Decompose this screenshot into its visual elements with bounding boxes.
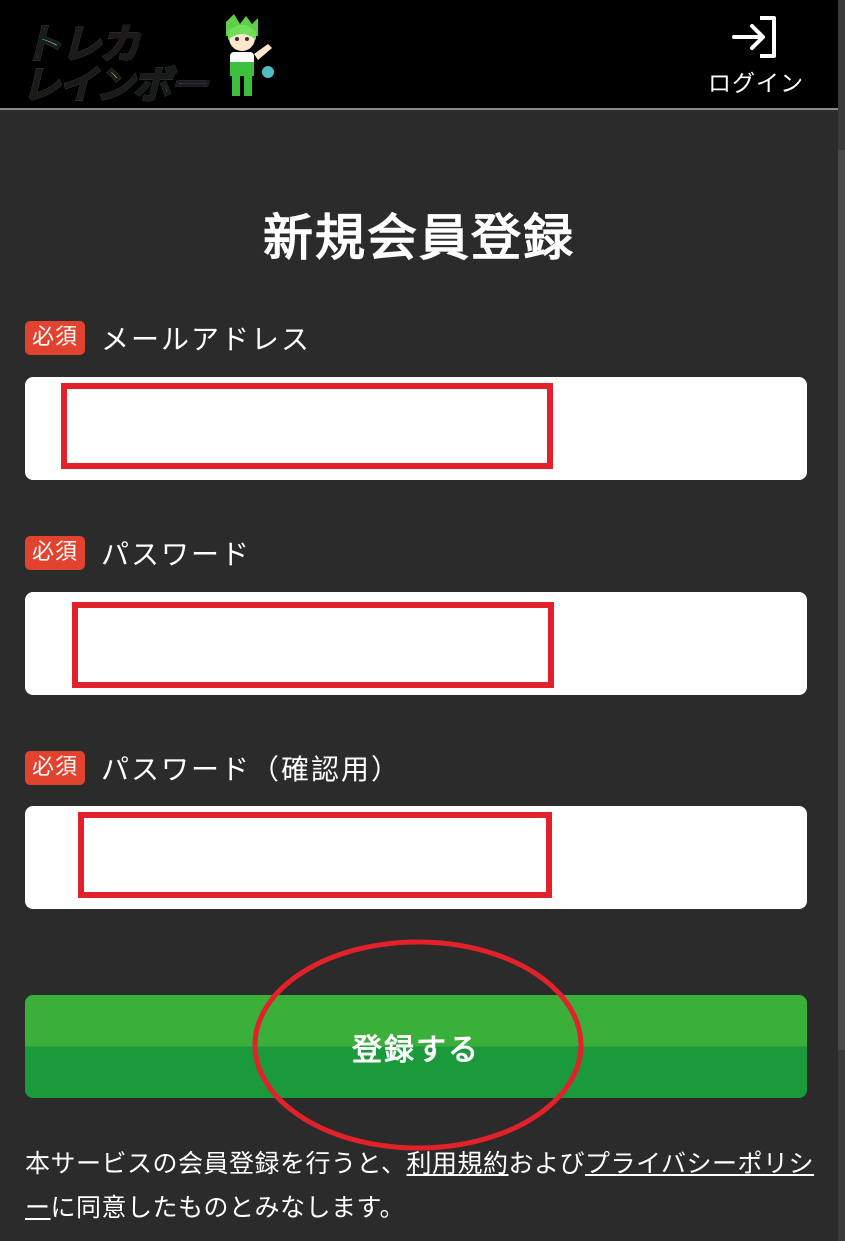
logo-text-line2: レインボー [21, 54, 209, 109]
page-title: 新規会員登録 [263, 209, 575, 267]
email-input[interactable] [25, 377, 807, 480]
notice-middle: および [508, 1149, 586, 1178]
required-badge: 必須 [25, 321, 86, 355]
login-label: ログイン [708, 71, 804, 97]
password-confirm-input[interactable] [25, 806, 807, 909]
password-label: パスワード [101, 538, 252, 571]
password-confirm-label-row: 必須 パスワード（確認用） [25, 750, 401, 786]
mascot-icon [226, 14, 274, 96]
terms-of-service-link[interactable]: 利用規約 [407, 1149, 509, 1178]
notice-suffix: に同意したものとみなします。 [50, 1193, 406, 1222]
register-button[interactable]: 登録する [25, 995, 807, 1098]
email-label: メールアドレス [101, 323, 312, 356]
password-label-row: 必須 パスワード [25, 535, 251, 571]
password-confirm-label: パスワード（確認用） [101, 753, 402, 786]
site-header: トレカ レインボー ログイン [0, 0, 838, 110]
site-logo[interactable]: トレカ レインボー [18, 10, 274, 108]
required-badge: 必須 [25, 751, 86, 785]
password-input[interactable] [25, 592, 807, 695]
terms-notice: 本サービスの会員登録を行うと、利用規約およびプライバシーポリシーに同意したものと… [25, 1142, 815, 1230]
notice-prefix: 本サービスの会員登録を行うと、 [25, 1149, 407, 1178]
login-arrow-icon [732, 16, 776, 58]
login-link[interactable]: ログイン [700, 14, 812, 97]
required-badge: 必須 [25, 536, 86, 570]
scrollbar-thumb[interactable] [838, 150, 845, 1050]
email-label-row: 必須 メールアドレス [25, 320, 311, 356]
